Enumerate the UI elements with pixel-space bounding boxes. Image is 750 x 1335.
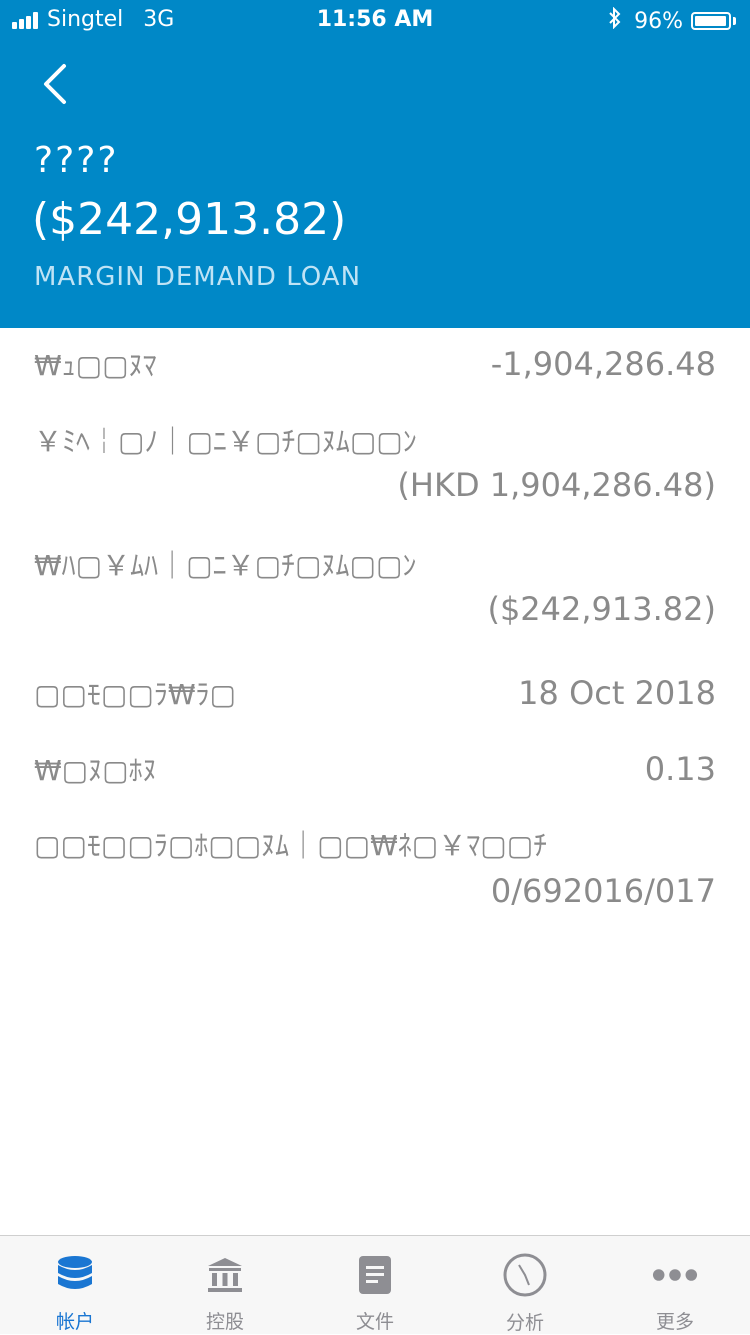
tab-label: 更多 — [655, 1311, 694, 1333]
detail-label: ￥ﾐﾍ￤▢ﾉ｜▢ﾆ￥▢ﾁ▢ﾇﾑ▢▢ﾝ — [34, 425, 417, 458]
tab-analysis[interactable]: 分析 — [450, 1236, 600, 1334]
status-bar: Singtel 3G 11:56 AM 96% — [0, 0, 750, 40]
battery-percent: 96% — [634, 8, 683, 34]
detail-value: -1,904,286.48 — [490, 345, 716, 383]
detail-label: ▢▢ﾓ▢▢ﾗ₩ﾗ▢ — [34, 678, 236, 711]
tab-more[interactable]: 更多 — [600, 1236, 750, 1334]
detail-row: ￥ﾐﾍ￤▢ﾉ｜▢ﾆ￥▢ﾁ▢ﾇﾑ▢▢ﾝ (HKD 1,904,286.48) — [34, 420, 716, 504]
detail-row: ₩▢ﾇ▢ﾎﾇ 0.13 — [34, 746, 716, 792]
detail-value: 0.13 — [644, 750, 716, 788]
compass-icon — [502, 1252, 548, 1298]
detail-row: ▢▢ﾓ▢▢ﾗ₩ﾗ▢ 18 Oct 2018 — [34, 670, 716, 716]
tab-label: 分析 — [505, 1312, 544, 1334]
document-icon — [352, 1252, 398, 1297]
battery-icon — [691, 12, 731, 30]
detail-label: ₩ｭ▢▢ﾇﾏ — [34, 349, 157, 382]
bluetooth-icon — [608, 6, 622, 35]
tab-label: 帐户 — [55, 1311, 94, 1333]
account-balance: ($242,913.82) — [32, 194, 347, 245]
status-right: 96% — [608, 6, 736, 35]
detail-value: 0/692016/017 — [490, 872, 716, 910]
account-type: MARGIN DEMAND LOAN — [34, 262, 362, 292]
tab-documents[interactable]: 文件 — [300, 1236, 450, 1334]
account-details: ₩ｭ▢▢ﾇﾏ -1,904,286.48 ￥ﾐﾍ￤▢ﾉ｜▢ﾆ￥▢ﾁ▢ﾇﾑ▢▢ﾝ … — [34, 340, 716, 910]
detail-row: ₩ｭ▢▢ﾇﾏ -1,904,286.48 — [34, 340, 716, 388]
tab-label: 控股 — [205, 1311, 244, 1333]
back-button[interactable] — [34, 58, 80, 110]
account-name: ???? — [34, 140, 119, 181]
chevron-left-icon — [44, 64, 66, 104]
detail-row: ₩ﾊ▢￥ﾑﾊ｜▢ﾆ￥▢ﾁ▢ﾇﾑ▢▢ﾝ ($242,913.82) — [34, 544, 716, 628]
database-icon — [52, 1252, 98, 1297]
account-header: Singtel 3G 11:56 AM 96% ???? ($242,913.8… — [0, 0, 750, 328]
tab-label: 文件 — [355, 1311, 394, 1333]
tab-accounts[interactable]: 帐户 — [0, 1236, 150, 1334]
detail-label: ₩▢ﾇ▢ﾎﾇ — [34, 754, 157, 787]
detail-value: ($242,913.82) — [487, 590, 716, 628]
bank-icon — [202, 1252, 248, 1297]
tab-holdings[interactable]: 控股 — [150, 1236, 300, 1334]
more-icon — [652, 1252, 698, 1297]
tab-bar: 帐户 控股 文件 分析 更多 — [0, 1235, 750, 1334]
detail-value: 18 Oct 2018 — [518, 674, 716, 712]
detail-row: ▢▢ﾓ▢▢ﾗ▢ﾎ▢▢ﾇﾑ｜▢▢₩ﾈ▢￥ﾏ▢▢ﾁ 0/692016/017 — [34, 828, 716, 910]
detail-value: (HKD 1,904,286.48) — [397, 466, 716, 504]
detail-label: ₩ﾊ▢￥ﾑﾊ｜▢ﾆ￥▢ﾁ▢ﾇﾑ▢▢ﾝ — [34, 549, 417, 582]
detail-label: ▢▢ﾓ▢▢ﾗ▢ﾎ▢▢ﾇﾑ｜▢▢₩ﾈ▢￥ﾏ▢▢ﾁ — [34, 829, 548, 862]
